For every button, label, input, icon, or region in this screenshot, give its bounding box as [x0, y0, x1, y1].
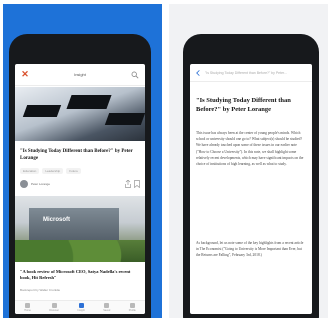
bookmark-icon[interactable]: [134, 180, 140, 188]
article-subtitle: Bookreport by Walter Cronkite: [20, 288, 61, 292]
article-title[interactable]: "A book review of Microsoft CEO, Satya N…: [20, 269, 140, 281]
profile-icon: [129, 303, 135, 308]
author-row: Peter Lorange: [20, 178, 140, 190]
article-heading: "Is Studying Today Different than Before…: [196, 97, 291, 113]
tab-label: Home: [24, 309, 31, 312]
article-screen: "Is Studying Today Different than Before…: [190, 64, 312, 314]
tab-discover[interactable]: Discover: [49, 303, 59, 312]
insight-icon: [78, 303, 84, 308]
feed-screen: ✕ Insight "Is Studying Today Different t…: [15, 64, 145, 314]
app-header: ✕ Insight: [15, 64, 145, 86]
image-sign-text: Microsoft: [43, 217, 70, 223]
article-paragraph: This issue has always been at the center…: [196, 131, 304, 167]
saved-icon: [104, 303, 110, 308]
bushes-image: [15, 240, 145, 262]
app-title: Insight: [74, 72, 86, 77]
article-image-microsoft[interactable]: Microsoft: [15, 196, 145, 262]
tag[interactable]: Future: [66, 168, 81, 174]
building-image: [29, 208, 119, 240]
search-icon[interactable]: [131, 71, 139, 79]
tag[interactable]: Leadership: [42, 168, 64, 174]
tab-profile[interactable]: Profile: [129, 303, 136, 312]
bottom-tab-bar: Home Discover Insight Saved Profile: [15, 300, 145, 314]
tab-label: Insight: [77, 309, 85, 312]
tab-saved[interactable]: Saved: [103, 303, 110, 312]
back-arrow-icon[interactable]: [195, 69, 202, 77]
right-promo-panel: "Is Studying Today Different than Before…: [169, 4, 328, 318]
tab-label: Discover: [49, 309, 60, 312]
article-title[interactable]: "Is Studying Today Different than Before…: [20, 148, 138, 162]
tag-row: Education Leadership Future: [20, 168, 81, 174]
left-promo-panel: ✕ Insight "Is Studying Today Different t…: [3, 4, 162, 318]
share-icon[interactable]: [125, 180, 131, 188]
article-image-graduation[interactable]: [15, 87, 145, 141]
nav-title: "Is Studying Today Different than Before…: [205, 70, 287, 75]
home-icon: [25, 303, 31, 308]
tab-home[interactable]: Home: [24, 303, 31, 312]
discover-icon: [51, 303, 57, 308]
author-name[interactable]: Peter Lorange: [31, 182, 50, 186]
article-nav-bar: "Is Studying Today Different than Before…: [190, 64, 312, 82]
tag[interactable]: Education: [20, 168, 40, 174]
app-logo-icon: ✕: [21, 69, 29, 79]
article-actions: [125, 180, 140, 188]
tab-label: Saved: [103, 309, 111, 312]
article-paragraph: As background, let us note some of the k…: [196, 241, 304, 258]
tab-label: Profile: [128, 309, 136, 312]
avatar[interactable]: [20, 180, 28, 188]
tab-insight[interactable]: Insight: [77, 303, 85, 312]
